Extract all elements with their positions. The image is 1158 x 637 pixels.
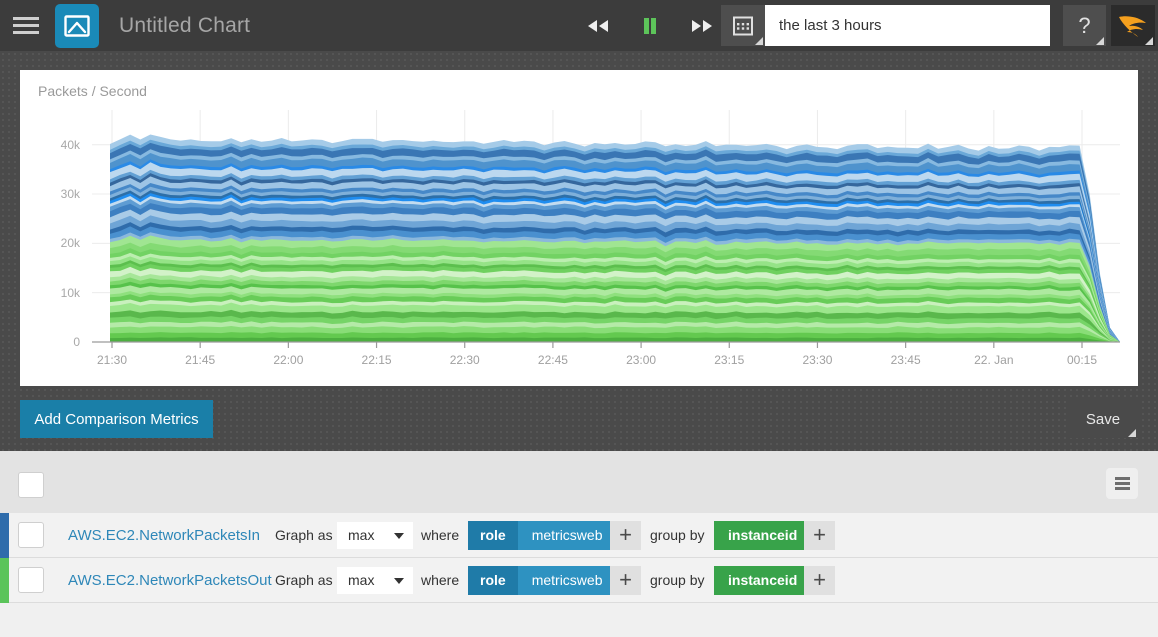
brand-logo-button[interactable] <box>1111 5 1155 46</box>
chevron-down-icon <box>394 578 404 584</box>
panel-menu-button[interactable] <box>1106 468 1138 499</box>
x-axis-tick-label: 22:30 <box>450 353 480 367</box>
metric-name-link[interactable]: AWS.EC2.NetworkPacketsOut <box>68 572 272 589</box>
rewind-icon <box>586 18 610 34</box>
time-range-input[interactable] <box>765 5 1050 46</box>
time-range-control <box>721 5 1050 46</box>
pause-icon <box>642 17 658 35</box>
table-row[interactable]: AWS.EC2.NetworkPacketsIn Graph as max wh… <box>0 513 1158 558</box>
save-button[interactable]: Save <box>1068 400 1138 438</box>
metrics-toolbar <box>0 451 1158 513</box>
hamburger-icon <box>13 13 39 38</box>
fast-forward-button[interactable] <box>689 13 715 39</box>
y-axis-tick-label: 20k <box>40 236 80 250</box>
row-checkbox[interactable] <box>18 522 44 548</box>
dropdown-corner-icon <box>1128 429 1136 437</box>
help-label: ? <box>1078 13 1090 39</box>
x-axis-tick-label: 22:00 <box>273 353 303 367</box>
filter-value: metricsweb <box>518 521 617 550</box>
filter-key: role <box>468 521 518 550</box>
x-axis-tick-label: 00:15 <box>1067 353 1097 367</box>
filter-tag[interactable]: role metricsweb <box>468 521 616 550</box>
where-label: where <box>421 527 459 543</box>
calendar-icon <box>732 15 754 37</box>
add-filter-button[interactable]: + <box>610 521 641 550</box>
x-axis-tick-label: 22:45 <box>538 353 568 367</box>
fast-forward-icon <box>690 18 714 34</box>
chart-card: Packets / Second 010k20k30k40k 21:3021:4… <box>20 70 1138 386</box>
top-bar: Untitled Chart <box>0 0 1158 51</box>
group-by-value: instanceid <box>728 572 797 588</box>
calendar-button[interactable] <box>721 5 765 46</box>
filter-key: role <box>468 566 518 595</box>
filter-value: metricsweb <box>518 566 617 595</box>
x-axis-tick-label: 21:45 <box>185 353 215 367</box>
add-group-by-button[interactable]: + <box>804 566 835 595</box>
chart-type-button[interactable] <box>55 4 99 48</box>
add-group-by-button[interactable]: + <box>804 521 835 550</box>
metric-name-link[interactable]: AWS.EC2.NetworkPacketsIn <box>68 527 260 544</box>
group-by-label: group by <box>650 572 704 588</box>
aggregation-select[interactable]: max <box>337 522 413 549</box>
main-menu-button[interactable] <box>0 0 52 51</box>
y-axis-tick-label: 10k <box>40 286 80 300</box>
dropdown-corner-icon <box>755 37 763 45</box>
graph-as-label: Graph as <box>275 572 333 588</box>
add-comparison-metrics-label: Add Comparison Metrics <box>34 411 198 428</box>
add-filter-button[interactable]: + <box>610 566 641 595</box>
dropdown-corner-icon <box>1096 37 1104 45</box>
aggregation-value: max <box>348 527 374 543</box>
aggregation-value: max <box>348 572 374 588</box>
x-axis-tick-label: 23:00 <box>626 353 656 367</box>
x-axis-tick-label: 22. Jan <box>974 353 1013 367</box>
group-by-tag[interactable]: instanceid <box>714 521 811 550</box>
table-row[interactable]: AWS.EC2.NetworkPacketsOut Graph as max w… <box>0 558 1158 603</box>
row-checkbox[interactable] <box>18 567 44 593</box>
where-label: where <box>421 572 459 588</box>
plus-icon: + <box>813 524 826 546</box>
x-axis-tick-label: 21:30 <box>97 353 127 367</box>
filter-tag[interactable]: role metricsweb <box>468 566 616 595</box>
rewind-button[interactable] <box>585 13 611 39</box>
plus-icon: + <box>619 524 632 546</box>
stacked-area-chart[interactable] <box>20 70 1138 386</box>
solarwinds-logo-icon <box>1117 13 1149 39</box>
plus-icon: + <box>619 569 632 591</box>
y-axis-tick-label: 40k <box>40 138 80 152</box>
help-button[interactable]: ? <box>1063 5 1106 46</box>
x-axis-tick-label: 23:15 <box>714 353 744 367</box>
x-axis-tick-label: 23:30 <box>802 353 832 367</box>
list-menu-icon <box>1115 475 1130 492</box>
playback-controls <box>585 0 715 51</box>
graph-as-label: Graph as <box>275 527 333 543</box>
area-band <box>110 337 1120 342</box>
select-all-checkbox[interactable] <box>18 472 44 498</box>
group-by-tag[interactable]: instanceid <box>714 566 811 595</box>
plus-icon: + <box>813 569 826 591</box>
page-title[interactable]: Untitled Chart <box>119 14 250 38</box>
dropdown-corner-icon <box>1145 37 1153 45</box>
series-color-swatch <box>0 513 9 558</box>
aggregation-select[interactable]: max <box>337 567 413 594</box>
add-comparison-metrics-button[interactable]: Add Comparison Metrics <box>20 400 213 438</box>
group-by-label: group by <box>650 527 704 543</box>
y-axis: 0 10k 20k 30k 40k <box>30 70 80 386</box>
series-color-swatch <box>0 558 9 603</box>
x-axis-tick-label: 23:45 <box>891 353 921 367</box>
save-label: Save <box>1086 411 1120 428</box>
chart-logo-icon <box>64 14 90 38</box>
pause-button[interactable] <box>637 13 663 39</box>
y-axis-tick-label: 30k <box>40 187 80 201</box>
y-axis-tick-label: 0 <box>40 335 80 349</box>
x-axis-tick-label: 22:15 <box>362 353 392 367</box>
group-by-value: instanceid <box>728 527 797 543</box>
chevron-down-icon <box>394 533 404 539</box>
